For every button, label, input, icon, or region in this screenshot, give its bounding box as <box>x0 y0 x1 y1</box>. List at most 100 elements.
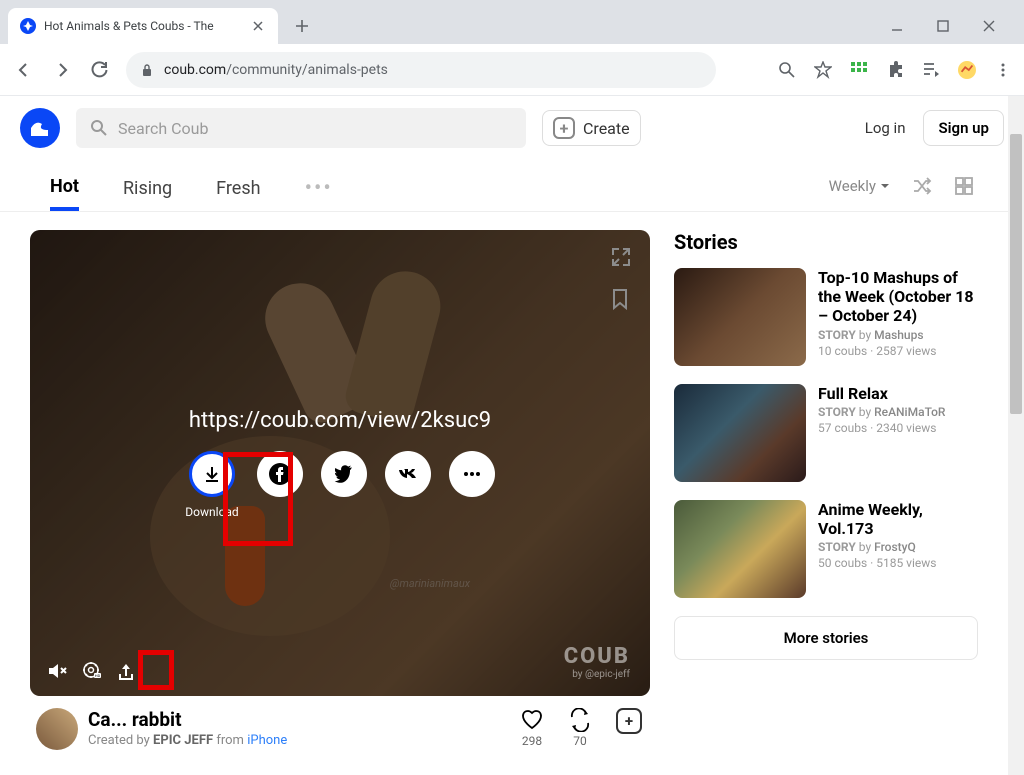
bookmark-star-icon[interactable] <box>814 61 832 79</box>
tab-more-icon[interactable]: ••• <box>305 176 333 201</box>
facebook-share-button[interactable] <box>257 451 303 497</box>
author-avatar[interactable] <box>36 708 78 750</box>
story-item[interactable]: Full Relax STORY by ReANiMaToR 57 coubs … <box>674 384 978 482</box>
extension-grid-icon[interactable] <box>850 61 868 79</box>
recoub-icon <box>568 708 592 732</box>
story-title: Full Relax <box>818 384 945 403</box>
mute-icon[interactable] <box>46 660 68 682</box>
create-button[interactable]: + Create <box>542 110 641 146</box>
share-icon[interactable] <box>116 661 136 681</box>
video-player[interactable]: @marinianimaux https://coub.com/view/2ks… <box>30 230 650 696</box>
search-icon <box>90 119 108 137</box>
search-placeholder: Search Coub <box>118 119 208 138</box>
browser-chrome: Hot Animals & Pets Coubs - The coub.com/… <box>0 0 1024 96</box>
stories-sidebar: Stories Top-10 Mashups of the Week (Octo… <box>674 230 978 750</box>
grid-view-icon[interactable] <box>954 176 974 196</box>
vk-icon <box>397 463 419 485</box>
video-title: Ca... rabbit <box>88 708 287 731</box>
tab-close-icon[interactable] <box>250 18 266 34</box>
site-logo-icon[interactable] <box>20 108 60 148</box>
story-thumbnail <box>674 500 806 598</box>
plus-square-icon: + <box>553 117 575 139</box>
zoom-icon[interactable] <box>778 61 796 79</box>
story-stats: 50 coubs · 5185 views <box>818 556 978 570</box>
window-close-icon[interactable] <box>978 15 1000 37</box>
shuffle-icon[interactable] <box>912 176 932 196</box>
toolbar-right <box>778 61 1012 79</box>
more-dots-icon <box>462 464 482 484</box>
extensions-puzzle-icon[interactable] <box>886 61 904 79</box>
site-header: Search Coub + Create Log in Sign up <box>0 96 1024 160</box>
story-stats: 57 coubs · 2340 views <box>818 421 945 435</box>
signup-button[interactable]: Sign up <box>923 110 1004 146</box>
scrollbar[interactable] <box>1008 96 1024 775</box>
more-share-button[interactable] <box>449 451 495 497</box>
vk-share-button[interactable] <box>385 451 431 497</box>
tab-favicon-icon <box>20 18 36 34</box>
tab-hot[interactable]: Hot <box>50 166 79 211</box>
url-text: coub.com/community/animals-pets <box>164 62 388 78</box>
share-buttons-row: Download <box>185 451 494 519</box>
content-row: @marinianimaux https://coub.com/view/2ks… <box>0 212 1024 750</box>
settings-gear-icon[interactable]: HD <box>82 661 102 681</box>
like-button[interactable]: 298 <box>520 708 544 748</box>
video-device[interactable]: iPhone <box>247 733 287 748</box>
new-tab-button[interactable] <box>294 18 310 34</box>
tab-bar: Hot Animals & Pets Coubs - The <box>0 0 1024 44</box>
like-count: 298 <box>522 734 542 748</box>
video-byline: Created by EPIC JEFF from iPhone <box>88 733 287 748</box>
create-label: Create <box>583 119 630 138</box>
window-maximize-icon[interactable] <box>932 15 954 37</box>
download-button[interactable] <box>189 451 235 497</box>
story-item[interactable]: Top-10 Mashups of the Week (October 18 –… <box>674 268 978 366</box>
nav-bar: coub.com/community/animals-pets <box>0 44 1024 96</box>
tab-rising[interactable]: Rising <box>123 168 172 209</box>
more-stories-button[interactable]: More stories <box>674 616 978 660</box>
login-link[interactable]: Log in <box>865 119 906 137</box>
search-input[interactable]: Search Coub <box>76 108 526 148</box>
tab-title: Hot Animals & Pets Coubs - The <box>44 19 242 33</box>
download-label: Download <box>185 505 238 519</box>
add-button[interactable]: + <box>616 708 642 734</box>
heart-icon <box>520 708 544 732</box>
story-thumbnail <box>674 384 806 482</box>
download-icon <box>202 464 222 484</box>
chevron-down-icon <box>880 181 890 191</box>
story-stats: 10 coubs · 2587 views <box>818 344 978 358</box>
window-controls <box>886 15 1016 37</box>
share-url[interactable]: https://coub.com/view/2ksuc9 <box>189 408 491 433</box>
browser-tab[interactable]: Hot Animals & Pets Coubs - The <box>8 8 278 44</box>
share-overlay: https://coub.com/view/2ksuc9 Download <box>30 230 650 696</box>
tab-fresh[interactable]: Fresh <box>216 168 260 209</box>
media-playlist-icon[interactable] <box>922 61 940 79</box>
story-title: Anime Weekly, Vol.173 <box>818 500 978 538</box>
profile-avatar-icon[interactable] <box>958 61 976 79</box>
scrollbar-thumb[interactable] <box>1010 134 1022 414</box>
page-content: Search Coub + Create Log in Sign up Hot … <box>0 96 1024 775</box>
stories-heading: Stories <box>674 230 978 254</box>
tabs-row: Hot Rising Fresh ••• Weekly <box>0 160 1024 212</box>
window-minimize-icon[interactable] <box>886 15 908 37</box>
back-button-icon[interactable] <box>12 58 36 82</box>
lock-icon <box>140 63 154 77</box>
coub-watermark: COUB by @epic-jeff <box>564 644 630 680</box>
sort-dropdown[interactable]: Weekly <box>829 177 890 195</box>
sort-label: Weekly <box>829 177 876 195</box>
facebook-icon <box>268 462 292 486</box>
svg-text:HD: HD <box>95 673 101 678</box>
story-byline: STORY by ReANiMaToR <box>818 405 945 419</box>
video-author[interactable]: EPIC JEFF <box>153 733 213 748</box>
story-thumbnail <box>674 268 806 366</box>
forward-button-icon[interactable] <box>50 58 74 82</box>
story-byline: STORY by FrostyQ <box>818 540 978 554</box>
story-item[interactable]: Anime Weekly, Vol.173 STORY by FrostyQ 5… <box>674 500 978 598</box>
story-title: Top-10 Mashups of the Week (October 18 –… <box>818 268 978 326</box>
recoub-count: 70 <box>573 734 587 748</box>
twitter-share-button[interactable] <box>321 451 367 497</box>
reload-button-icon[interactable] <box>88 58 112 82</box>
browser-menu-icon[interactable] <box>994 61 1012 79</box>
recoub-button[interactable]: 70 <box>568 708 592 748</box>
story-byline: STORY by Mashups <box>818 328 978 342</box>
url-bar[interactable]: coub.com/community/animals-pets <box>126 52 716 88</box>
add-plus-icon: + <box>616 708 642 734</box>
